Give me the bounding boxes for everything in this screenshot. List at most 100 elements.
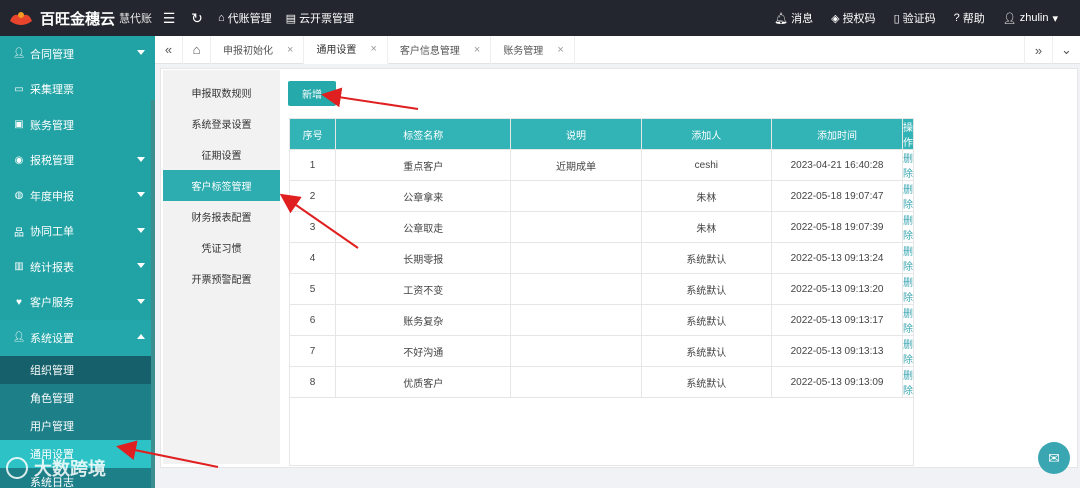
delete-link[interactable]: 删除 [902,273,914,305]
bar-chart-icon: ▥ [14,261,24,273]
briefcase-icon: ⌂ [218,12,225,24]
delete-link[interactable]: 删除 [902,335,914,367]
added-by: 系统默认 [640,335,773,367]
table-row: 4 长期零报 系统默认 2022-05-13 09:13:24 删除 [288,242,914,274]
delete-link[interactable]: 删除 [902,180,914,212]
topnav-link-invoicing[interactable]: ▤ 云开票管理 [279,0,361,36]
topnav-link-bookkeeping[interactable]: ⌂ 代账管理 [211,0,279,36]
tab-accounts[interactable]: 账务管理 × [491,35,575,64]
top-bar: 百旺金穗云 慧代账 ☰ ↻ ⌂ 代账管理 ▤ 云开票管理 🔔︎ 消息 ◈ 授权码… [0,0,1080,36]
close-icon[interactable]: × [287,44,293,56]
tab-general-settings[interactable]: 通用设置 × [304,35,388,64]
invoice-icon: ▤ [285,12,297,25]
heart-icon: ♥ [16,296,22,308]
help-link[interactable]: ? 帮助 [945,0,994,36]
submenu-item-invoice-alert[interactable]: 开票预警配置 [163,263,280,294]
tab-label: 账务管理 [503,46,544,57]
add-button[interactable]: 新增 [288,81,336,106]
table-header-row: 序号 标签名称 说明 添加人 添加时间 操作 [288,118,914,150]
sidebar-item-contracts[interactable]: 👤︎ 合同管理 [0,36,155,72]
sidebar: 👤︎ 合同管理 ▭ 采集理票 ▣ 账务管理 ◉ 报税管理 ◍ 年度申报 品 协同… [0,36,155,488]
sidebar-item-label: 协同工单 [30,226,74,239]
tab-declare-init[interactable]: 申报初始化 × [211,35,305,64]
verify-code-link[interactable]: ▯ 验证码 [885,0,945,36]
watermark-text: 大数跨境 [34,459,106,479]
sidebar-item-workorders[interactable]: 品 协同工单 [0,214,155,250]
column-header: 添加人 [640,118,773,150]
close-icon[interactable]: × [474,44,480,56]
chevron-up-icon [137,334,145,339]
column-header: 标签名称 [335,118,512,150]
brand[interactable]: 百旺金穗云 慧代账 [0,0,155,36]
tag-name: 长期零报 [335,242,512,274]
added-by: 系统默认 [640,273,773,305]
chevron-down-icon [137,227,145,233]
table-body: 1 重点客户 近期成单 ceshi 2023-04-21 16:40:28 删除 2 公章拿来… [288,149,914,398]
added-time: 2022-05-18 19:07:39 [771,211,903,243]
sidebar-item-customer-service[interactable]: ♥ 客户服务 [0,285,155,321]
tag-name: 公章拿来 [335,180,512,212]
messages-link[interactable]: 🔔︎ 消息 [765,0,822,36]
topnav-link-label: 云开票管理 [299,13,355,25]
delete-link[interactable]: 删除 [902,242,914,274]
submenu-item-tax-period[interactable]: 征期设置 [163,139,280,170]
sidebar-subitem-label: 组织管理 [30,364,74,377]
verify-code-label: 验证码 [902,13,936,25]
watermark: 大数跨境 [6,452,106,484]
close-icon[interactable]: × [370,43,376,55]
delete-link[interactable]: 删除 [902,149,914,181]
user-menu[interactable]: 👤︎ zhulin ▾ [994,0,1070,36]
chevron-down-icon [137,156,145,162]
submenu-item-login-settings[interactable]: 系统登录设置 [163,108,280,139]
chevron-down-icon [137,298,145,304]
added-by: 系统默认 [640,304,773,336]
tab-customer-info[interactable]: 客户信息管理 × [388,35,492,64]
sidebar-item-tax[interactable]: ◉ 报税管理 [0,143,155,179]
sidebar-item-label: 客户服务 [30,297,74,310]
user-icon: 👤︎ [12,48,26,60]
bell-icon: 🔔︎ [774,12,789,25]
submenu-item-customer-tags[interactable]: 客户标签管理 [163,170,280,201]
sidebar-item-settings[interactable]: 👤︎ 系统设置 [0,320,155,356]
tab-label: 客户信息管理 [399,46,460,57]
chevron-down-icon[interactable]: ⌄ [1052,36,1080,64]
sidebar-subitem-label: 角色管理 [30,392,74,405]
card-icon: ▭ [14,83,24,95]
sidebar-item-label: 系统设置 [30,332,74,345]
sidebar-subitem-org[interactable]: 组织管理 [0,355,155,384]
auth-code-link[interactable]: ◈ 授权码 [822,0,884,36]
menu-toggle-icon[interactable]: ☰ [155,0,183,36]
submenu-item-declare-rules[interactable]: 申报取数规则 [163,77,280,108]
close-icon[interactable]: × [557,44,563,56]
double-chevron-right-icon[interactable]: » [1024,36,1052,64]
home-icon[interactable]: ⌂ [183,35,211,64]
tag-name: 重点客户 [335,149,512,181]
sidebar-item-annual[interactable]: ◍ 年度申报 [0,178,155,214]
submenu-item-report-config[interactable]: 财务报表配置 [163,201,280,232]
delete-link[interactable]: 删除 [902,304,914,336]
briefcase-icon: ▣ [14,119,24,131]
sidebar-item-label: 采集理票 [30,84,74,97]
sidebar-item-accounts[interactable]: ▣ 账务管理 [0,107,155,143]
user-icon: 👤︎ [12,332,26,344]
double-chevron-left-icon[interactable]: « [155,35,183,64]
tag-name: 工资不变 [335,273,512,305]
row-index: 4 [288,242,337,274]
sidebar-item-label: 合同管理 [30,48,74,61]
sidebar-subitem-roles[interactable]: 角色管理 [0,383,155,412]
delete-link[interactable]: 删除 [902,211,914,243]
org-chart-icon: 品 [14,227,24,239]
sidebar-item-collection[interactable]: ▭ 采集理票 [0,72,155,108]
added-time: 2023-04-21 16:40:28 [771,149,903,181]
submenu-item-voucher-habits[interactable]: 凭证习惯 [163,232,280,263]
tag-name: 公章取走 [335,211,512,243]
sidebar-item-reports[interactable]: ▥ 统计报表 [0,249,155,285]
sidebar-scrollbar[interactable] [151,100,155,488]
column-header: 操作 [902,118,914,150]
added-time: 2022-05-18 19:07:47 [771,180,903,212]
chat-icon[interactable]: ✉ [1038,442,1070,474]
tags-table: 序号 标签名称 说明 添加人 添加时间 操作 1 重点客户 近期成单 ceshi 202… [288,118,914,398]
sidebar-subitem-users[interactable]: 用户管理 [0,411,155,440]
refresh-icon[interactable]: ↻ [183,0,211,36]
messages-label: 消息 [791,13,814,25]
